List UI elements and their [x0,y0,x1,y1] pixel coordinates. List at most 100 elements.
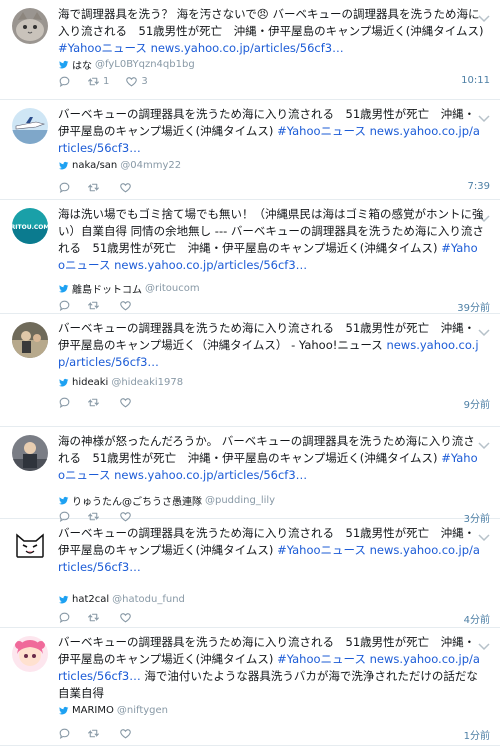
user-info[interactable]: はな @fyL0BYqzn4qb1bg [58,57,195,72]
retweet-count: 1 [103,76,110,87]
tweet-item[interactable]: バーベキューの調理器具を洗うため海に入り流される 51歳男性が死亡 沖縄・伊平屋… [0,100,500,200]
like-button[interactable] [119,299,135,312]
twitter-bird-icon [58,377,69,388]
avatar[interactable] [12,322,48,358]
tweet-item[interactable]: 海の神様が怒ったんだろうか。 バーベキューの調理器具を洗うため海に入り流される … [0,427,500,525]
like-button[interactable] [119,611,135,624]
user-name[interactable]: はな [72,57,92,72]
like-button[interactable] [119,181,135,194]
reply-icon [58,396,71,409]
tweet-timestamp[interactable]: 4分前 [464,611,490,626]
tweet-text-segment: 海は洗い場でもゴミ捨て場でも無い！（沖縄県民は海はゴミ箱の感覚がホントに強い）自… [58,207,484,255]
avatar-label: RITOU.COM [12,224,48,231]
reply-icon [58,299,71,312]
user-info[interactable]: hat2cal @hatodu_fund [58,594,185,605]
tweet-text: 海で調理器具を洗う？ 海を汚さないで😠 バーベキューの調理器具を洗うため海に入り… [58,6,484,57]
tweet-text: バーベキューの調理器具を洗うため海に入り流される 51歳男性が死亡 沖縄・伊平屋… [58,634,484,702]
avatar[interactable] [12,527,48,563]
user-handle[interactable]: @hatodu_fund [112,594,185,605]
retweet-button[interactable] [87,727,103,740]
tweet-feed: 海で調理器具を洗う？ 海を汚さないで😠 バーベキューの調理器具を洗うため海に入り… [0,0,500,746]
user-name[interactable]: hat2cal [72,594,109,605]
reply-icon [58,727,71,740]
tweet-actions [58,299,151,312]
retweet-icon [87,611,100,624]
retweet-button[interactable]: 1 [87,75,109,88]
tweet-timestamp[interactable]: 7:39 [468,181,490,192]
reply-button[interactable] [58,181,71,194]
reply-icon [58,181,71,194]
tweet-item[interactable]: バーベキューの調理器具を洗うため海に入り流される 51歳男性が死亡 沖縄・伊平屋… [0,628,500,746]
like-icon [119,181,132,194]
reply-button[interactable] [58,396,71,409]
tweet-timestamp[interactable]: 39分前 [457,299,490,314]
tweet-timestamp[interactable]: 10:11 [461,75,490,86]
retweet-button[interactable] [87,181,103,194]
avatar[interactable] [12,636,48,672]
retweet-icon [87,396,100,409]
user-handle[interactable]: @ritoucom [145,283,200,294]
tweet-item[interactable]: 海で調理器具を洗う？ 海を汚さないで😠 バーベキューの調理器具を洗うため海に入り… [0,0,500,100]
avatar[interactable] [12,108,48,144]
tweet-text-segment: 海で調理器具を洗う？ 海を汚さないで😠 バーベキューの調理器具を洗うため海に入り… [58,7,484,38]
reply-button[interactable] [58,727,71,740]
reply-icon [58,75,71,88]
tweet-actions [58,396,151,409]
tweet-text: バーベキューの調理器具を洗うため海に入り流される 51歳男性が死亡 沖縄・伊平屋… [58,525,484,576]
reply-button[interactable] [58,299,71,312]
user-info[interactable]: 離島ドットコム @ritoucom [58,281,200,296]
like-icon [119,727,132,740]
user-handle[interactable]: @04mmy22 [120,160,181,171]
like-icon [119,611,132,624]
retweet-icon [87,181,100,194]
tweet-text-segment: 海の神様が怒ったんだろうか。 バーベキューの調理器具を洗うため海に入り流される … [58,434,475,465]
tweet-actions [58,727,151,740]
like-button[interactable] [119,727,135,740]
tweet-link[interactable]: #Yahooニュース news.yahoo.co.jp/articles/56c… [58,41,344,55]
user-info[interactable]: りゅうたん@ごちうさ愚連隊 @pudding_lily [58,493,275,508]
like-icon [125,75,138,88]
avatar[interactable] [12,435,48,471]
retweet-icon [87,299,100,312]
retweet-icon [87,727,100,740]
tweet-actions [58,611,151,624]
user-handle[interactable]: @niftygen [117,705,168,716]
user-name[interactable]: hideaki [72,377,108,388]
tweet-item[interactable]: バーベキューの調理器具を洗うため海に入り流される 51歳男性が死亡 沖縄・伊平屋… [0,519,500,628]
avatar[interactable]: RITOU.COM [12,208,48,244]
user-info[interactable]: naka/san @04mmy22 [58,160,181,171]
retweet-button[interactable] [87,299,103,312]
twitter-bird-icon [58,594,69,605]
tweet-timestamp[interactable]: 1分前 [464,727,490,742]
avatar[interactable] [12,8,48,44]
user-name[interactable]: naka/san [72,160,117,171]
tweet-item[interactable]: RITOU.COM 海は洗い場でもゴミ捨て場でも無い！（沖縄県民は海はゴミ箱の感覚… [0,200,500,314]
retweet-button[interactable] [87,611,103,624]
reply-button[interactable] [58,75,71,88]
twitter-bird-icon [58,59,69,70]
tweet-actions [58,181,151,194]
like-count: 3 [141,76,148,87]
user-name[interactable]: 離島ドットコム [72,281,142,296]
twitter-bird-icon [58,495,69,506]
user-handle[interactable]: @pudding_lily [205,495,275,506]
user-info[interactable]: MARIMO @niftygen [58,705,168,716]
twitter-bird-icon [58,160,69,171]
tweet-text: 海の神様が怒ったんだろうか。 バーベキューの調理器具を洗うため海に入り流される … [58,433,484,484]
twitter-bird-icon [58,283,69,294]
user-info[interactable]: hideaki @hideaki1978 [58,377,183,388]
user-name[interactable]: MARIMO [72,705,114,716]
tweet-item[interactable]: バーベキューの調理器具を洗うため海に入り流される 51歳男性が死亡 沖縄・伊平屋… [0,314,500,427]
tweet-text: バーベキューの調理器具を洗うため海に入り流される 51歳男性が死亡 沖縄・伊平屋… [58,320,484,371]
retweet-button[interactable] [87,396,103,409]
user-name[interactable]: りゅうたん@ごちうさ愚連隊 [72,493,202,508]
tweet-text: バーベキューの調理器具を洗うため海に入り流される 51歳男性が死亡 沖縄・伊平屋… [58,106,484,157]
tweet-actions: 13 [58,75,164,88]
reply-icon [58,611,71,624]
like-button[interactable]: 3 [125,75,148,88]
like-button[interactable] [119,396,135,409]
user-handle[interactable]: @fyL0BYqzn4qb1bg [95,59,195,70]
reply-button[interactable] [58,611,71,624]
tweet-timestamp[interactable]: 9分前 [464,396,490,411]
user-handle[interactable]: @hideaki1978 [111,377,183,388]
